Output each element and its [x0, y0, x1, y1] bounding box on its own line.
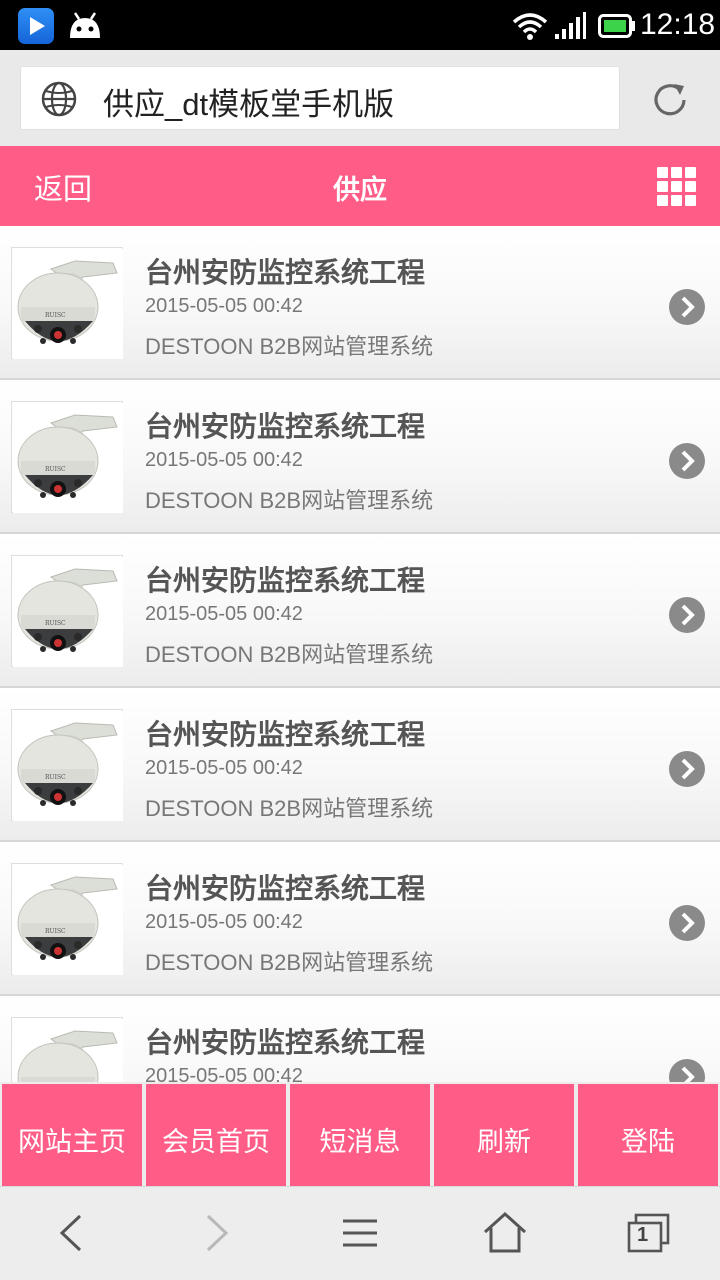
chevron-right-icon[interactable] [668, 288, 706, 326]
status-bar: 12:18 [0, 0, 720, 50]
product-thumbnail: RUISC [11, 709, 123, 821]
item-title: 台州安防监控系统工程 [145, 872, 426, 905]
list-item[interactable]: RUISC 台州安防监控系统工程 2015-05-05 00:42 DESTOO… [0, 226, 720, 380]
list-item[interactable]: RUISC 台州安防监控系统工程 2015-05-05 00:42 DESTOO… [0, 380, 720, 534]
product-thumbnail: RUISC [11, 1017, 123, 1082]
refresh-icon[interactable] [648, 78, 692, 122]
svg-text:RUISC: RUISC [45, 928, 66, 935]
item-date: 2015-05-05 00:42 [145, 603, 303, 625]
product-thumbnail: RUISC [11, 863, 123, 975]
item-description: DESTOON B2B网站管理系统 [145, 796, 434, 821]
svg-text:RUISC: RUISC [45, 466, 66, 473]
forward-icon[interactable] [194, 1211, 238, 1255]
back-button[interactable]: 返回 [34, 166, 92, 208]
item-description: DESTOON B2B网站管理系统 [145, 642, 434, 667]
item-title: 台州安防监控系统工程 [145, 410, 426, 443]
nav-login-button[interactable]: 登陆 [578, 1084, 718, 1186]
grid-menu-icon[interactable] [654, 164, 700, 210]
play-store-icon [18, 8, 54, 44]
item-description: DESTOON B2B网站管理系统 [145, 950, 434, 975]
item-date: 2015-05-05 00:42 [145, 295, 303, 317]
menu-icon[interactable] [338, 1213, 382, 1253]
browser-toolbar: 1 [0, 1186, 720, 1280]
item-description: DESTOON B2B网站管理系统 [145, 334, 434, 359]
chevron-right-icon[interactable] [668, 596, 706, 634]
back-icon[interactable] [50, 1211, 94, 1255]
nav-member-home-button[interactable]: 会员首页 [146, 1084, 286, 1186]
home-icon[interactable] [482, 1209, 528, 1255]
chevron-right-icon[interactable] [668, 1058, 706, 1082]
android-icon [70, 12, 100, 38]
svg-text:RUISC: RUISC [45, 312, 66, 319]
nav-refresh-button[interactable]: 刷新 [434, 1084, 574, 1186]
page-title: 供应 [333, 175, 387, 206]
supply-list: RUISC 台州安防监控系统工程 2015-05-05 00:42 DESTOO… [0, 226, 720, 1082]
tab-count: 1 [637, 1224, 649, 1246]
product-thumbnail: RUISC [11, 247, 123, 359]
signal-icon [555, 12, 586, 39]
chevron-right-icon[interactable] [668, 442, 706, 480]
chevron-right-icon[interactable] [668, 904, 706, 942]
svg-text:RUISC: RUISC [45, 774, 66, 781]
list-item[interactable]: RUISC 台州安防监控系统工程 2015-05-05 00:42 DESTOO… [0, 996, 720, 1082]
address-box[interactable]: 供应_dt模板堂手机版 [20, 66, 620, 130]
browser-url-bar: 供应_dt模板堂手机版 [0, 50, 720, 146]
svg-text:RUISC: RUISC [45, 620, 66, 627]
tabs-icon[interactable]: 1 [626, 1211, 672, 1257]
list-item[interactable]: RUISC 台州安防监控系统工程 2015-05-05 00:42 DESTOO… [0, 688, 720, 842]
battery-icon [598, 14, 635, 38]
page-url-title: 供应_dt模板堂手机版 [103, 87, 395, 122]
chevron-right-icon[interactable] [668, 750, 706, 788]
item-title: 台州安防监控系统工程 [145, 718, 426, 751]
product-thumbnail: RUISC [11, 401, 123, 513]
item-title: 台州安防监控系统工程 [145, 256, 426, 289]
list-item[interactable]: RUISC 台州安防监控系统工程 2015-05-05 00:42 DESTOO… [0, 842, 720, 996]
wifi-icon [512, 13, 548, 40]
item-description: DESTOON B2B网站管理系统 [145, 488, 434, 513]
item-date: 2015-05-05 00:42 [145, 1065, 303, 1082]
list-item[interactable]: RUISC 台州安防监控系统工程 2015-05-05 00:42 DESTOO… [0, 534, 720, 688]
item-title: 台州安防监控系统工程 [145, 1026, 426, 1059]
app-header: 供应 返回 [0, 146, 720, 226]
item-date: 2015-05-05 00:42 [145, 449, 303, 471]
nav-messages-button[interactable]: 短消息 [290, 1084, 430, 1186]
bottom-nav: 网站主页 会员首页 短消息 刷新 登陆 [0, 1082, 720, 1186]
product-thumbnail: RUISC [11, 555, 123, 667]
item-date: 2015-05-05 00:42 [145, 757, 303, 779]
nav-site-home-button[interactable]: 网站主页 [2, 1084, 142, 1186]
item-date: 2015-05-05 00:42 [145, 911, 303, 933]
globe-icon [41, 81, 77, 117]
item-title: 台州安防监控系统工程 [145, 564, 426, 597]
clock: 12:18 [640, 8, 716, 41]
